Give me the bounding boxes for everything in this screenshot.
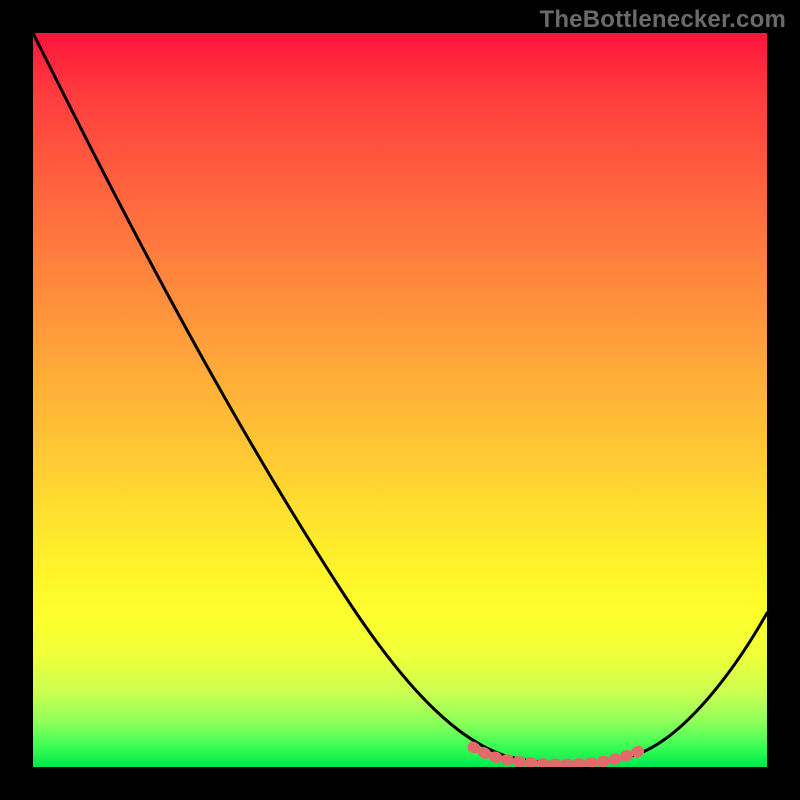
chart-overlay-svg — [33, 33, 767, 767]
chart-valley-marker — [473, 747, 639, 764]
chart-frame: TheBottlenecker.com — [0, 0, 800, 800]
chart-curve — [33, 33, 767, 763]
watermark-text: TheBottlenecker.com — [539, 6, 786, 34]
